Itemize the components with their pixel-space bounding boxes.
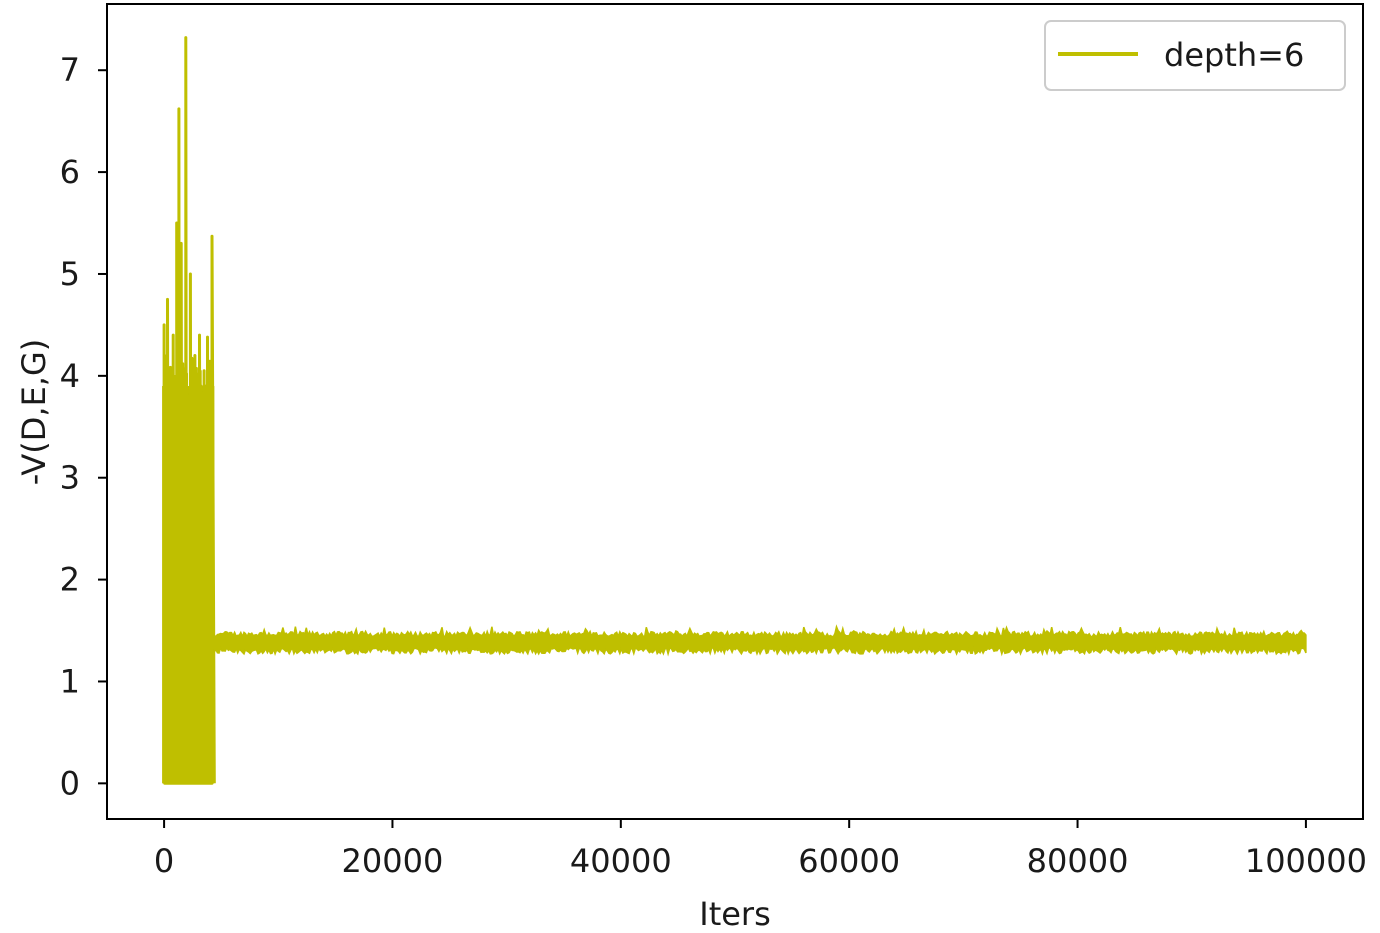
y-axis-label: -V(D,E,G) [15,339,53,486]
y-tick-label: 1 [60,662,80,700]
x-tick-label: 40000 [570,842,672,880]
chart: 0 20000 40000 60000 80000 100000 0 1 2 3 4 5 6 7 Ite… [0,0,1380,933]
x-axis-label: Iters [699,895,771,933]
y-tick-label: 7 [60,51,80,89]
x-tick-label: 20000 [342,842,444,880]
y-tick-label: 0 [60,764,80,802]
x-tick-label: 80000 [1027,842,1129,880]
y-tick-label: 3 [60,459,80,497]
y-tick-label: 2 [60,561,80,599]
y-tick-label: 5 [60,255,80,293]
x-tick-label: 100000 [1245,842,1367,880]
legend: depth=6 [1044,20,1346,91]
legend-series-label: depth=6 [1164,36,1304,74]
x-tick-label: 0 [154,842,174,880]
y-tick-label: 6 [60,153,80,191]
y-tick-label: 4 [60,357,80,395]
x-tick-label: 60000 [798,842,900,880]
